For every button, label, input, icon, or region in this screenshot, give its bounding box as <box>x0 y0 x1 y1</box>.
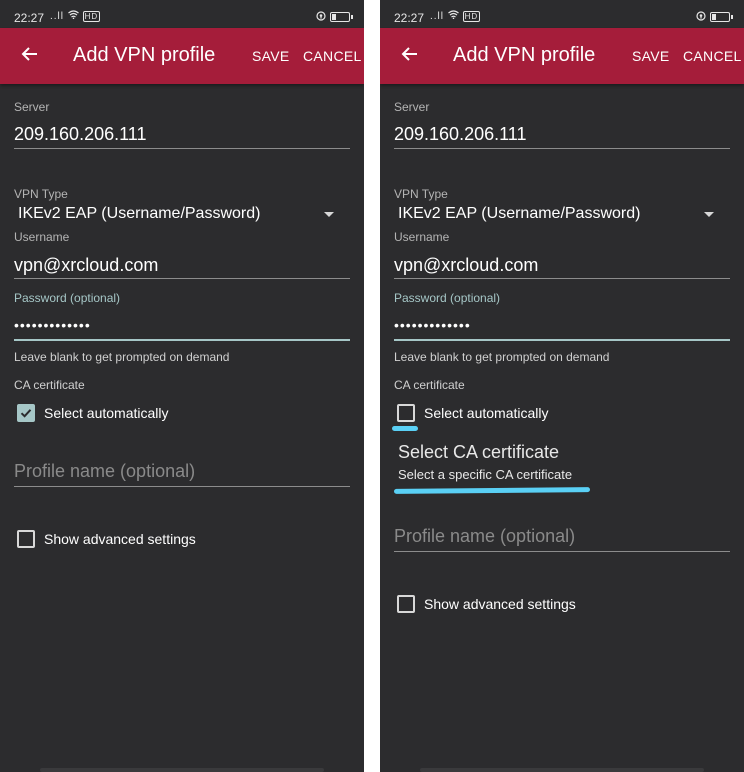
password-helper-text: Leave blank to get prompted on demand <box>394 350 610 364</box>
password-input[interactable]: ••••••••••••• <box>394 317 471 333</box>
vpn-key-icon <box>316 10 326 24</box>
server-underline <box>14 148 350 149</box>
status-bar: 22:27 ..ll HD <box>0 0 364 28</box>
app-bar: Add VPN profile SAVE CANCEL <box>380 28 744 84</box>
username-input[interactable]: vpn@xrcloud.com <box>394 255 538 276</box>
right-screenshot: 22:27 ..ll HD Add VPN profile SAVE CANCE… <box>380 0 744 772</box>
vpn-key-icon <box>696 10 706 24</box>
ca-select-title[interactable]: Select CA certificate <box>398 442 559 463</box>
vpn-type-label: VPN Type <box>394 187 448 201</box>
profile-name-underline <box>394 551 730 552</box>
password-helper-text: Leave blank to get prompted on demand <box>14 350 230 364</box>
ca-certificate-label: CA certificate <box>394 378 465 392</box>
server-input[interactable]: 209.160.206.111 <box>14 124 146 145</box>
dropdown-arrow-icon[interactable] <box>704 212 714 217</box>
username-label: Username <box>14 230 70 244</box>
back-arrow-icon[interactable] <box>398 42 422 66</box>
battery-icon <box>710 12 733 22</box>
select-automatically-checkbox[interactable]: Select automatically <box>397 404 549 422</box>
wifi-icon <box>447 10 463 22</box>
profile-name-input[interactable]: Profile name (optional) <box>394 526 575 547</box>
hd-icon: HD <box>82 11 101 22</box>
nav-bar <box>40 768 324 772</box>
show-advanced-checkbox[interactable]: Show advanced settings <box>397 595 576 613</box>
server-underline <box>394 148 730 149</box>
ca-certificate-label: CA certificate <box>14 378 85 392</box>
password-label: Password (optional) <box>394 291 501 305</box>
status-bar: 22:27 ..ll HD <box>380 0 744 28</box>
ca-select-subtitle[interactable]: Select a specific CA certificate <box>398 467 572 482</box>
username-label: Username <box>394 230 450 244</box>
checkbox-unchecked-icon[interactable] <box>17 530 35 548</box>
username-underline <box>14 278 350 279</box>
save-button[interactable]: SAVE <box>632 48 670 64</box>
save-button[interactable]: SAVE <box>252 48 290 64</box>
select-automatically-label: Select automatically <box>424 405 549 421</box>
dropdown-arrow-icon[interactable] <box>324 212 334 217</box>
checkbox-unchecked-icon[interactable] <box>397 404 415 422</box>
battery-icon <box>330 12 353 22</box>
checkbox-checked-icon[interactable] <box>17 404 35 422</box>
signal-indicator: ..ll HD <box>50 10 101 22</box>
password-underline <box>14 339 350 341</box>
show-advanced-label: Show advanced settings <box>44 531 196 547</box>
vpn-type-label: VPN Type <box>14 187 68 201</box>
password-input[interactable]: ••••••••••••• <box>14 317 91 333</box>
username-underline <box>394 278 730 279</box>
show-advanced-checkbox[interactable]: Show advanced settings <box>17 530 196 548</box>
page-title: Add VPN profile <box>73 44 216 66</box>
wifi-icon <box>67 10 83 22</box>
vpn-type-dropdown[interactable]: IKEv2 EAP (Username/Password) <box>398 205 640 223</box>
status-right <box>316 10 353 24</box>
signal-indicator: ..ll HD <box>430 10 481 22</box>
password-underline <box>394 339 730 341</box>
status-right <box>696 10 733 24</box>
server-label: Server <box>394 100 430 114</box>
profile-name-underline <box>14 486 350 487</box>
cancel-button[interactable]: CANCEL <box>303 48 362 64</box>
server-input[interactable]: 209.160.206.111 <box>394 124 526 145</box>
hd-icon: HD <box>462 11 481 22</box>
nav-bar <box>420 768 704 772</box>
cancel-button[interactable]: CANCEL <box>683 48 742 64</box>
password-label: Password (optional) <box>14 291 121 305</box>
select-automatically-checkbox[interactable]: Select automatically <box>17 404 169 422</box>
checkbox-unchecked-icon[interactable] <box>397 595 415 613</box>
annotation-underline <box>393 487 591 494</box>
server-label: Server <box>14 100 50 114</box>
show-advanced-label: Show advanced settings <box>424 596 576 612</box>
left-screenshot: 22:27 ..ll HD Add VPN profile SAVE CANCE… <box>0 0 364 772</box>
status-time: 22:27 <box>14 11 45 25</box>
profile-name-input[interactable]: Profile name (optional) <box>14 461 195 482</box>
status-time: 22:27 <box>394 11 425 25</box>
vpn-type-dropdown[interactable]: IKEv2 EAP (Username/Password) <box>18 205 260 223</box>
username-input[interactable]: vpn@xrcloud.com <box>14 255 158 276</box>
select-automatically-label: Select automatically <box>44 405 169 421</box>
back-arrow-icon[interactable] <box>18 42 42 66</box>
annotation-highlight <box>392 426 418 431</box>
signal-icon: ..ll <box>430 11 444 22</box>
page-title: Add VPN profile <box>453 44 596 66</box>
app-bar: Add VPN profile SAVE CANCEL <box>0 28 364 84</box>
signal-icon: ..ll <box>50 11 64 22</box>
